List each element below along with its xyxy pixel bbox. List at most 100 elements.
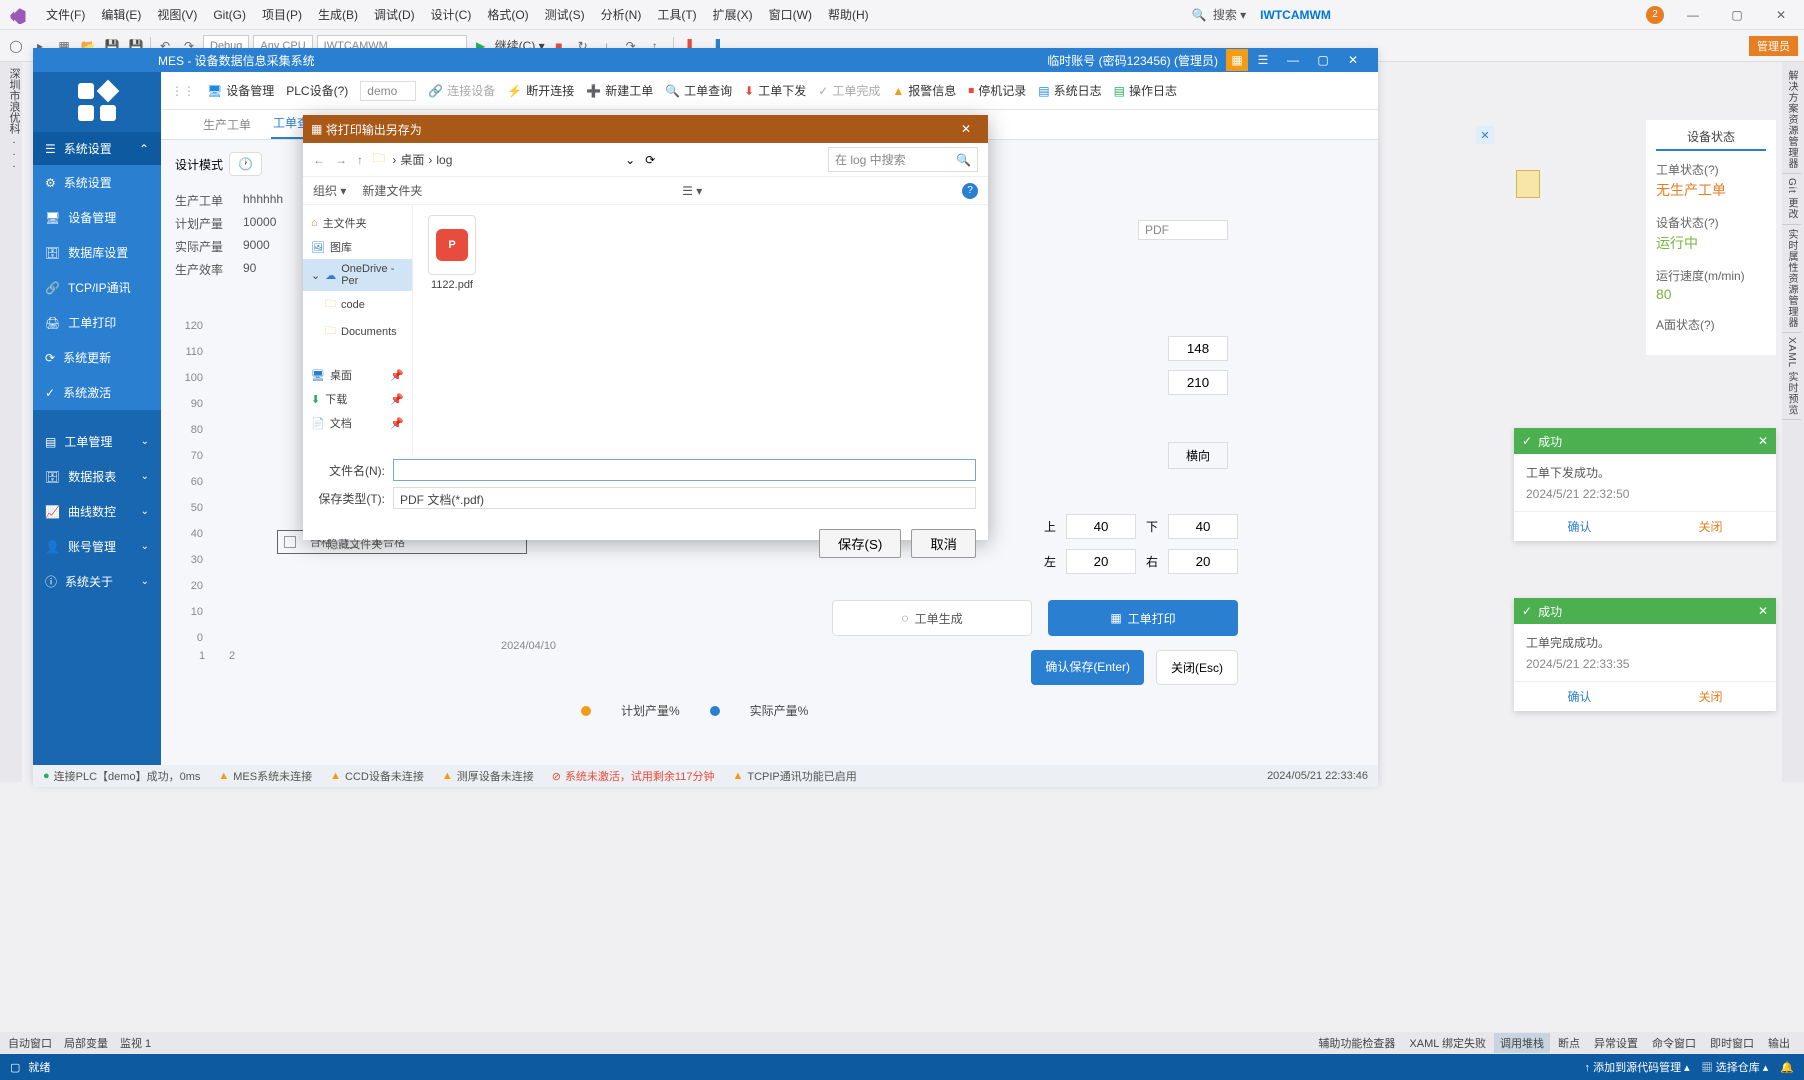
generate-button[interactable]: ◌工单生成	[832, 600, 1032, 636]
dialog-close-icon[interactable]: ✕	[952, 122, 980, 136]
menu-git[interactable]: Git(G)	[205, 8, 254, 22]
nav-up-icon[interactable]: ↑	[357, 153, 363, 167]
tab-autos[interactable]: 自动窗口	[8, 1035, 52, 1051]
grid-icon[interactable]: ⊞	[141, 398, 157, 414]
notification-badge[interactable]: 2	[1646, 6, 1664, 24]
menu-analyze[interactable]: 分析(N)	[593, 6, 650, 23]
nav-about[interactable]: ⓘ系统关于⌄	[33, 564, 161, 599]
tab-production[interactable]: 生产工单	[201, 110, 253, 139]
bell-icon[interactable]: 🔔	[1780, 1061, 1794, 1074]
tool-alarm[interactable]: ▲报警信息	[892, 82, 956, 99]
tool-oplog[interactable]: ▤操作日志	[1114, 82, 1177, 99]
toast-ok[interactable]: 确认	[1514, 682, 1645, 711]
tree-home[interactable]: ⌂主文件夹	[303, 211, 412, 235]
tab-watch[interactable]: 监视 1	[120, 1035, 151, 1051]
tool-neworder[interactable]: ➕新建工单	[586, 82, 653, 99]
tree-downloads[interactable]: ⬇下载📌	[303, 387, 412, 411]
print-button[interactable]: ▦工单打印	[1048, 600, 1238, 636]
orient-select[interactable]: 横向	[1168, 442, 1228, 469]
cancel-button[interactable]: 取消	[911, 529, 976, 558]
menu-file[interactable]: 文件(F)	[38, 6, 93, 23]
save-button[interactable]: 保存(S)	[819, 529, 901, 558]
view-menu[interactable]: ☰ ▾	[682, 184, 702, 198]
menu-window[interactable]: 窗口(W)	[761, 6, 820, 23]
nav-db-settings[interactable]: 🗄数据库设置	[33, 235, 161, 270]
tab-immediate[interactable]: 即时窗口	[1704, 1033, 1760, 1053]
chevron-down-icon[interactable]: ⌄	[625, 153, 635, 167]
toast-close[interactable]: 关闭	[1645, 512, 1776, 541]
minimize-icon[interactable]: —	[1678, 8, 1708, 22]
nav-header[interactable]: ☰ 系统设置 ⌃	[33, 132, 161, 165]
tab-exceptions[interactable]: 异常设置	[1588, 1033, 1644, 1053]
pos-up-input[interactable]	[1066, 514, 1136, 539]
subpanel-close[interactable]: ✕	[1476, 126, 1494, 144]
tool-syslog[interactable]: ▤系统日志	[1038, 82, 1101, 99]
new-folder-btn[interactable]: 新建文件夹	[362, 182, 422, 199]
filename-input[interactable]	[393, 459, 976, 481]
file-item[interactable]: P 1122.pdf	[423, 215, 481, 291]
nav-system-settings[interactable]: ⚙系统设置	[33, 165, 161, 200]
tool-connect[interactable]: 🔗连接设备	[428, 82, 495, 99]
tree-code[interactable]: 🗀code	[303, 291, 412, 318]
crumb[interactable]: log	[436, 153, 452, 167]
crumb[interactable]: 桌面	[400, 151, 424, 168]
help-icon[interactable]: ?	[962, 183, 978, 199]
menu-tools[interactable]: 工具(T)	[649, 6, 704, 23]
breadcrumb[interactable]: 🗀 › 桌面› log	[373, 149, 452, 170]
menu-edit[interactable]: 编辑(E)	[93, 6, 149, 23]
close-esc-button[interactable]: 关闭(Esc)	[1156, 650, 1238, 685]
refresh-icon[interactable]: ⟳	[645, 153, 655, 167]
menu-debug[interactable]: 调试(D)	[366, 6, 423, 23]
vs-search[interactable]: 🔍 搜索 ▾	[1192, 6, 1246, 23]
menu-view[interactable]: 视图(V)	[149, 6, 205, 23]
dock-live-props[interactable]: 实时属性资源管理器	[1782, 225, 1801, 333]
tab-locals[interactable]: 局部变量	[64, 1035, 108, 1051]
toast-close[interactable]: 关闭	[1645, 682, 1776, 711]
tool-device[interactable]: 🖥设备管理	[207, 82, 274, 99]
tree-gallery[interactable]: 🖼图库	[303, 235, 412, 259]
close-icon[interactable]: ✕	[1766, 8, 1796, 22]
source-control[interactable]: ↑ 添加到源代码管理 ▴	[1585, 1059, 1690, 1075]
menu-help[interactable]: 帮助(H)	[820, 6, 877, 23]
pos-down-input[interactable]	[1168, 514, 1238, 539]
menu-design[interactable]: 设计(C)	[423, 6, 480, 23]
mes-max-icon[interactable]: ▢	[1308, 53, 1338, 67]
pdf-select[interactable]: PDF	[1138, 220, 1228, 240]
dock-git-changes[interactable]: Git 更改	[1782, 174, 1801, 225]
tab-callstack[interactable]: 调用堆栈	[1494, 1033, 1550, 1053]
mes-box-icon[interactable]: ▦	[1226, 49, 1248, 71]
val148-input[interactable]	[1168, 336, 1228, 361]
tab-xaml-bind[interactable]: XAML 绑定失败	[1403, 1033, 1492, 1053]
nav-tcpip[interactable]: 🔗TCP/IP通讯	[33, 270, 161, 305]
nav-device-mgmt[interactable]: 🖥设备管理	[33, 200, 161, 235]
maximize-icon[interactable]: ▢	[1722, 8, 1752, 22]
pos-right-input[interactable]	[1168, 549, 1238, 574]
back-icon[interactable]: ◯	[6, 36, 26, 56]
menu-test[interactable]: 测试(S)	[537, 6, 593, 23]
nav-chart[interactable]: 📈曲线数控⌄	[33, 494, 161, 529]
repo-select[interactable]: ▦ 选择仓库 ▴	[1702, 1059, 1769, 1075]
tool-sendorder[interactable]: ⬇工单下发	[744, 82, 806, 99]
nav-print[interactable]: 🖨工单打印	[33, 305, 161, 340]
nav-reports[interactable]: 🗄数据报表⌄	[33, 459, 161, 494]
organize-menu[interactable]: 组织 ▾	[313, 182, 346, 199]
tab-a11y[interactable]: 辅助功能检查器	[1312, 1033, 1401, 1053]
dock-solution-explorer[interactable]: 解决方案资源管理器	[1782, 66, 1801, 174]
tree-documents[interactable]: 🗀Documents	[303, 318, 412, 345]
nav-back-icon[interactable]: ←	[313, 153, 325, 167]
tab-command[interactable]: 命令窗口	[1646, 1033, 1702, 1053]
drag-icon[interactable]: ⋮⋮	[171, 84, 195, 98]
dialog-search[interactable]: 在 log 中搜索🔍	[828, 147, 978, 172]
mes-close-icon[interactable]: ✕	[1338, 53, 1368, 67]
dock-xaml-preview[interactable]: XAML 实时预览	[1782, 333, 1801, 421]
nav-account[interactable]: 👤账号管理⌄	[33, 529, 161, 564]
tab-output[interactable]: 输出	[1762, 1033, 1796, 1053]
plc-select[interactable]: demo	[360, 81, 416, 101]
tab-breakpoints[interactable]: 断点	[1552, 1033, 1586, 1053]
tree-desktop[interactable]: 🖥桌面📌	[303, 363, 412, 387]
hide-folders-toggle[interactable]: ⌃ 隐藏文件夹	[315, 536, 382, 552]
nav-fwd-icon[interactable]: →	[335, 153, 347, 167]
toast-ok[interactable]: 确认	[1514, 512, 1645, 541]
mes-menu-icon[interactable]: ☰	[1248, 53, 1278, 67]
tool-queryorder[interactable]: 🔍工单查询	[665, 82, 732, 99]
